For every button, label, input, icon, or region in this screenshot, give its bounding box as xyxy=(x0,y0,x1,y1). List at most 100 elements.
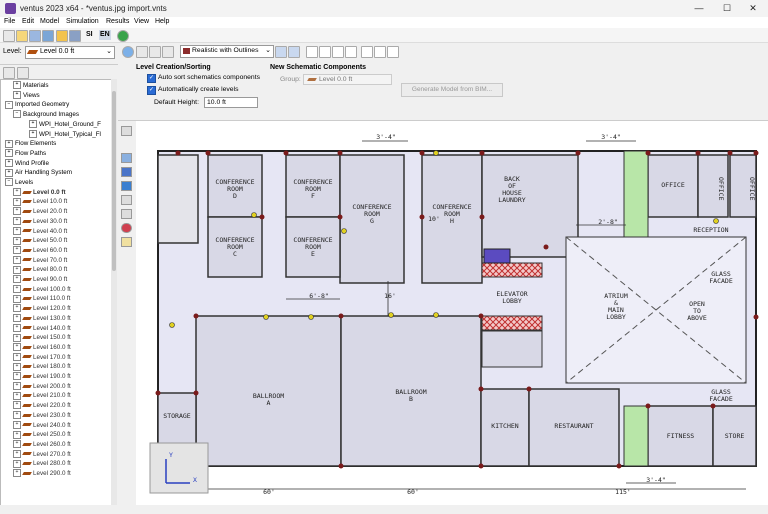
expand-icon[interactable]: + xyxy=(13,411,21,420)
zoom-extents-icon[interactable] xyxy=(332,46,344,58)
minimize-button[interactable]: — xyxy=(686,2,712,15)
tree-item[interactable]: + Materials xyxy=(13,81,49,90)
junction-icon[interactable] xyxy=(121,195,132,205)
level-tree-item[interactable]: + Level 30.0 ft xyxy=(13,217,67,226)
expand-icon[interactable]: + xyxy=(13,449,21,458)
scrollbar-thumb[interactable] xyxy=(112,91,116,271)
tree-item[interactable]: + Views xyxy=(13,91,40,100)
new-file-icon[interactable] xyxy=(3,30,15,42)
level-tree-item[interactable]: + Level 40.0 ft xyxy=(13,226,67,236)
path-icon[interactable] xyxy=(121,167,132,177)
crosshair-icon[interactable] xyxy=(361,46,373,58)
level-tree-item[interactable]: + Level 290.0 ft xyxy=(13,469,71,478)
auto-sort-checkbox[interactable] xyxy=(147,74,156,83)
expand-icon[interactable]: + xyxy=(13,265,21,274)
expand-icon[interactable]: + xyxy=(13,362,21,371)
expand-icon[interactable]: + xyxy=(29,129,37,138)
duct-icon[interactable] xyxy=(121,181,132,191)
expand-icon[interactable]: + xyxy=(13,81,21,90)
level-tree-item[interactable]: + Level 50.0 ft xyxy=(13,236,67,245)
expand-icon[interactable]: + xyxy=(13,469,21,478)
pointer-icon[interactable] xyxy=(306,46,318,58)
level-tree-item[interactable]: + Level 190.0 ft xyxy=(13,372,71,381)
maximize-button[interactable]: ☐ xyxy=(714,2,740,15)
level-tree-item[interactable]: + Level 140.0 ft xyxy=(13,323,71,333)
terminal-icon[interactable] xyxy=(121,209,132,219)
tree-item[interactable]: + Flow Elements xyxy=(5,139,56,148)
level-tree-item[interactable]: + Level 220.0 ft xyxy=(13,401,71,410)
tree-item[interactable]: + WPI_Hotel_Typical_Fl xyxy=(29,129,101,139)
level-tree-item[interactable]: + Level 170.0 ft xyxy=(13,352,71,362)
layers-off-icon[interactable] xyxy=(288,46,300,58)
level-tree-item[interactable]: + Level 180.0 ft xyxy=(13,362,71,371)
zoom-icon[interactable] xyxy=(319,46,331,58)
expand-icon[interactable]: − xyxy=(13,110,21,119)
note-icon[interactable] xyxy=(121,237,132,247)
menu-view[interactable]: View xyxy=(134,18,149,25)
expand-icon[interactable]: + xyxy=(13,430,21,439)
tree-item[interactable]: + Wind Profile xyxy=(5,158,49,168)
tree-item[interactable]: − Levels xyxy=(5,178,33,187)
tree-item[interactable]: − Imported Geometry xyxy=(5,100,69,109)
expand-icon[interactable]: + xyxy=(13,352,21,361)
expand-icon[interactable]: + xyxy=(13,207,21,216)
level-tree-item[interactable]: + Level 0.0 ft xyxy=(13,188,66,197)
generate-model-button[interactable]: Generate Model from BIM... xyxy=(401,83,503,97)
si-units-button[interactable]: SI xyxy=(86,30,93,40)
undo-icon[interactable] xyxy=(56,30,68,42)
expand-icon[interactable]: + xyxy=(13,333,21,342)
level-tree-item[interactable]: + Level 90.0 ft xyxy=(13,275,67,284)
paste-icon[interactable] xyxy=(149,46,161,58)
level-tree-item[interactable]: + Level 70.0 ft xyxy=(13,255,67,265)
level-tree-item[interactable]: + Level 230.0 ft xyxy=(13,411,71,420)
target-icon[interactable] xyxy=(3,67,15,79)
sketchpad-canvas[interactable]: CONFERENCE ROOM D CONFERENCE ROOM F CONFEREN… xyxy=(136,121,768,505)
clipboard-icon[interactable] xyxy=(162,46,174,58)
save-icon[interactable] xyxy=(29,30,41,42)
en-units-button[interactable]: EN xyxy=(99,30,111,40)
group-dropdown[interactable]: Level 0.0 ft xyxy=(303,74,392,85)
expand-icon[interactable]: + xyxy=(13,323,21,332)
level-tree-item[interactable]: + Level 20.0 ft xyxy=(13,207,67,216)
level-tree-item[interactable]: + Level 200.0 ft xyxy=(13,382,71,391)
level-tree-item[interactable]: + Level 80.0 ft xyxy=(13,265,67,274)
expand-icon[interactable]: + xyxy=(13,246,21,255)
expand-icon[interactable]: + xyxy=(13,420,21,429)
expand-icon[interactable]: + xyxy=(5,158,13,167)
menu-file[interactable]: File xyxy=(4,18,15,25)
expand-icon[interactable]: − xyxy=(5,178,13,187)
layers-icon[interactable] xyxy=(275,46,287,58)
expand-icon[interactable]: + xyxy=(13,382,21,391)
expand-icon[interactable]: + xyxy=(13,197,21,206)
menu-simulation[interactable]: Simulation xyxy=(66,18,99,25)
level-tree-item[interactable]: + Level 250.0 ft xyxy=(13,430,71,439)
expand-icon[interactable]: + xyxy=(13,217,21,226)
expand-icon[interactable]: + xyxy=(13,275,21,284)
close-button[interactable]: ✕ xyxy=(740,2,766,15)
expand-icon[interactable]: + xyxy=(13,391,21,400)
level-tree-item[interactable]: + Level 150.0 ft xyxy=(13,333,71,342)
menu-results[interactable]: Results xyxy=(106,18,129,25)
expand-icon[interactable]: + xyxy=(13,314,21,323)
level-tree-item[interactable]: + Level 130.0 ft xyxy=(13,314,71,323)
run-simulation-icon[interactable] xyxy=(117,30,129,42)
default-height-input[interactable]: 10.0 ft xyxy=(204,97,258,108)
expand-icon[interactable]: + xyxy=(13,255,21,264)
menu-help[interactable]: Help xyxy=(155,18,169,25)
globe-icon[interactable] xyxy=(122,46,134,58)
zoom-in-icon[interactable] xyxy=(345,46,357,58)
expand-icon[interactable]: + xyxy=(13,226,21,235)
level-tree-item[interactable]: + Level 120.0 ft xyxy=(13,304,71,313)
tree-item[interactable]: + Air Handling System xyxy=(5,168,72,177)
expand-icon[interactable]: + xyxy=(13,440,21,449)
level-tree-item[interactable]: + Level 160.0 ft xyxy=(13,343,71,352)
open-folder-icon[interactable] xyxy=(16,30,28,42)
expand-icon[interactable]: + xyxy=(13,459,21,468)
expand-icon[interactable]: + xyxy=(5,149,13,158)
level-tree-item[interactable]: + Level 240.0 ft xyxy=(13,420,71,430)
level-tree-item[interactable]: + Level 210.0 ft xyxy=(13,391,71,400)
level-tree-item[interactable]: + Level 110.0 ft xyxy=(13,294,70,303)
expand-icon[interactable]: + xyxy=(13,343,21,352)
zone-icon[interactable] xyxy=(121,153,132,163)
expand-icon[interactable]: + xyxy=(13,401,21,410)
